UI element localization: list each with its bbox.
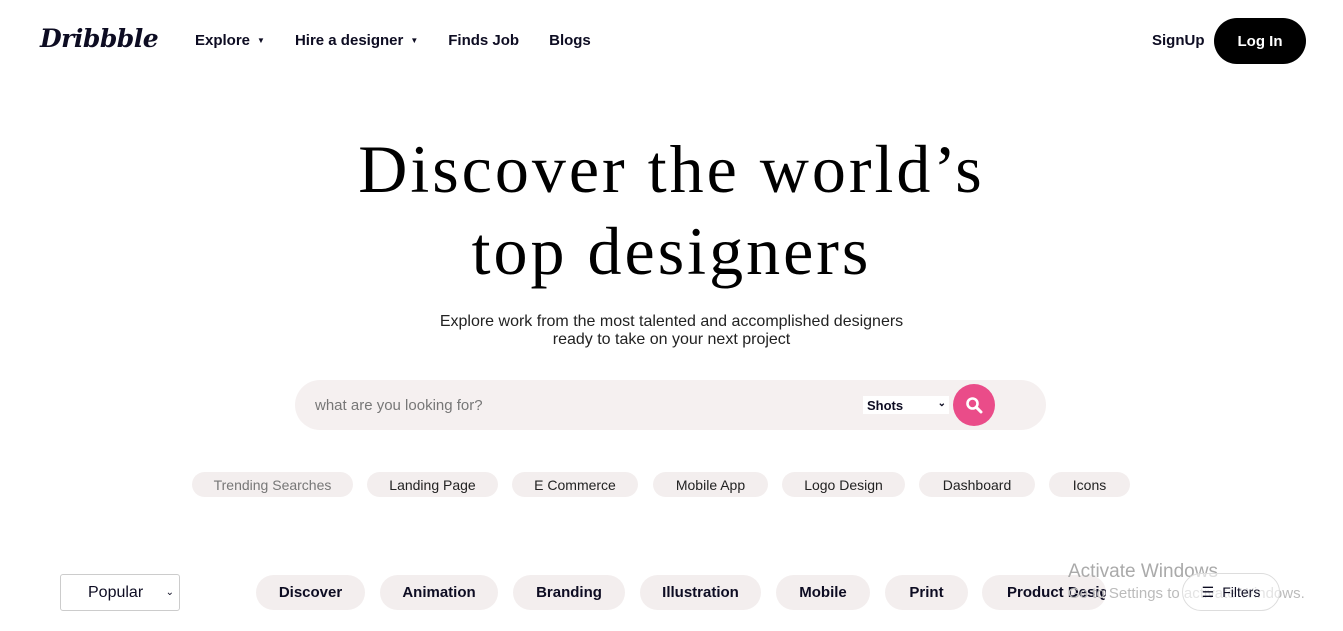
category-branding[interactable]: Branding bbox=[513, 575, 625, 610]
hero-title-line-1: Discover the world’s bbox=[358, 131, 985, 207]
nav-explore-label: Explore bbox=[195, 32, 251, 49]
search-type-select[interactable]: Shots ⌄ bbox=[863, 396, 949, 414]
nav-blogs[interactable]: Blogs bbox=[549, 32, 591, 49]
sort-select[interactable]: Popular ⌄ bbox=[60, 574, 180, 611]
nav-blogs-label: Blogs bbox=[549, 32, 591, 49]
main-nav: Explore ▼ Hire a designer ▼ Finds Job Bl… bbox=[195, 32, 621, 49]
trending-chip-dashboard[interactable]: Dashboard bbox=[919, 472, 1035, 497]
filters-label: Filters bbox=[1222, 584, 1261, 600]
search-type-value: Shots bbox=[867, 397, 904, 413]
hero-subtitle-line-2: ready to take on your next project bbox=[552, 331, 791, 348]
category-discover[interactable]: Discover bbox=[256, 575, 365, 610]
login-button[interactable]: Log In bbox=[1214, 18, 1306, 64]
caret-down-icon: ▼ bbox=[257, 36, 265, 45]
chevron-down-icon: ⌄ bbox=[165, 587, 174, 598]
nav-explore[interactable]: Explore ▼ bbox=[195, 32, 265, 49]
trending-chip-landing-page[interactable]: Landing Page bbox=[367, 472, 498, 497]
category-animation[interactable]: Animation bbox=[380, 575, 498, 610]
search-input[interactable] bbox=[315, 393, 835, 417]
trending-chip-e-commerce[interactable]: E Commerce bbox=[512, 472, 638, 497]
hero-title-line-2: top designers bbox=[471, 213, 872, 289]
hero-title: Discover the world’s top designers bbox=[0, 128, 1343, 292]
caret-down-icon: ▼ bbox=[410, 36, 419, 45]
nav-hire-designer[interactable]: Hire a designer ▼ bbox=[295, 32, 418, 49]
nav-finds-job-label: Finds Job bbox=[448, 32, 520, 49]
search-button[interactable] bbox=[953, 384, 995, 426]
category-illustration[interactable]: Illustration bbox=[640, 575, 761, 610]
signup-link[interactable]: SignUp bbox=[1152, 32, 1205, 49]
menu-icon: ☰ bbox=[1201, 583, 1215, 600]
category-mobile[interactable]: Mobile bbox=[776, 575, 870, 610]
nav-hire-designer-label: Hire a designer bbox=[294, 32, 404, 49]
trending-chip-logo-design[interactable]: Logo Design bbox=[782, 472, 905, 497]
hero-subtitle-line-1: Explore work from the most talented and … bbox=[439, 313, 904, 330]
chevron-down-icon: ⌄ bbox=[937, 398, 946, 409]
trending-searches-label: Trending Searches bbox=[192, 472, 353, 497]
search-icon bbox=[966, 397, 983, 414]
dribbble-logo[interactable]: Dribbble bbox=[40, 24, 159, 53]
filters-button[interactable]: ☰ Filters bbox=[1182, 573, 1280, 611]
trending-chip-mobile-app[interactable]: Mobile App bbox=[653, 472, 768, 497]
hero-subtitle: Explore work from the most talented and … bbox=[0, 313, 1343, 349]
category-print[interactable]: Print bbox=[885, 575, 968, 610]
trending-chip-icons[interactable]: Icons bbox=[1049, 472, 1130, 497]
sort-select-value: Popular bbox=[88, 583, 144, 601]
nav-finds-job[interactable]: Finds Job bbox=[448, 32, 519, 49]
